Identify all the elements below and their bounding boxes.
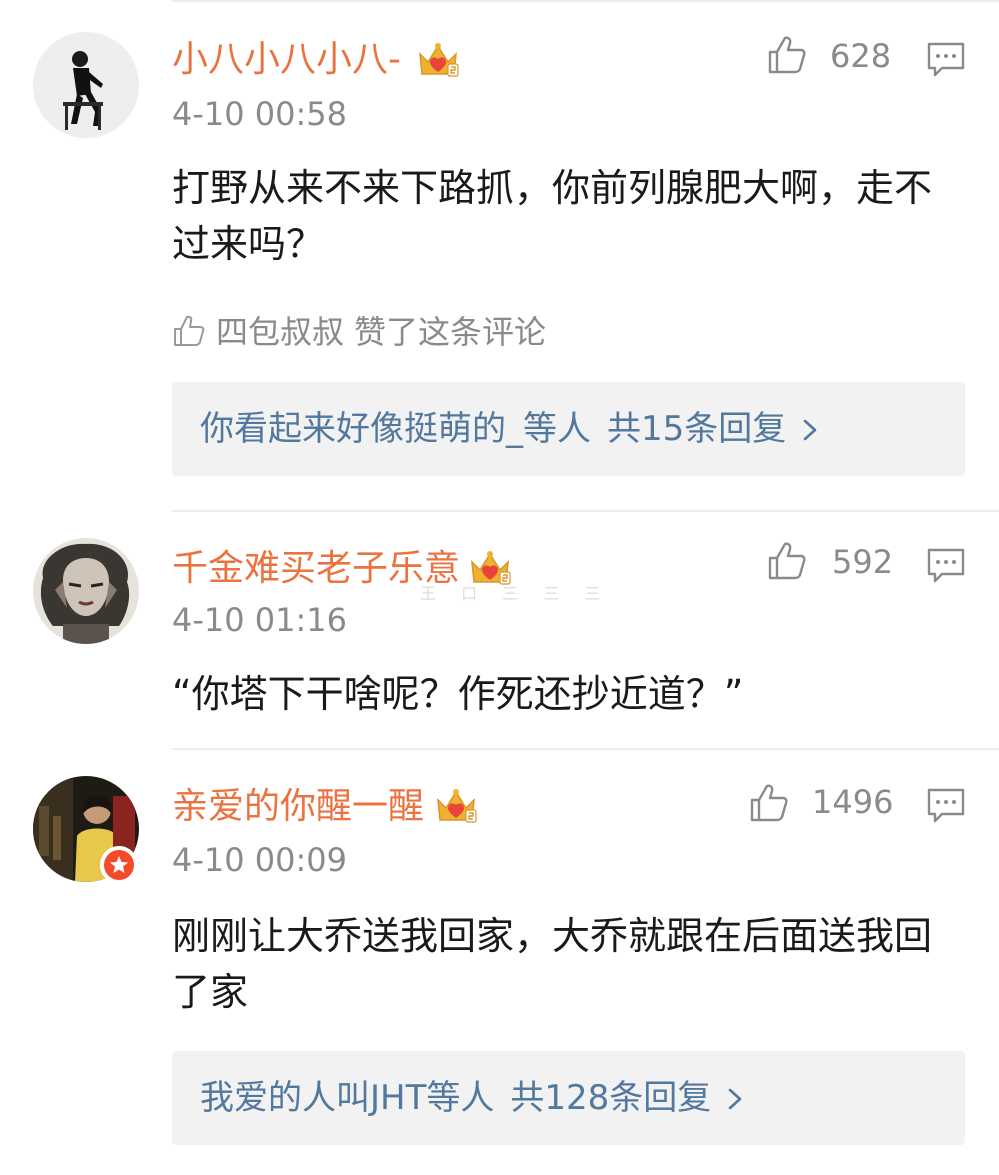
liked-by-user[interactable]: 四包叔叔 [216, 313, 344, 351]
comment-feed: 小八小八小八- 4-10 00:58 628 打野从来不来下路抓，你前列腺肥大啊… [0, 0, 999, 1175]
timestamp: 4-10 00:58 [172, 95, 348, 133]
comment-icon[interactable] [926, 786, 966, 824]
avatar-stylized-face-icon [33, 538, 139, 644]
crown-icon [434, 786, 478, 826]
comment-item: 千金难买老子乐意 4-10 01:16 592 “你塔下干啥呢？作死还抄近道？” [0, 512, 999, 748]
small-thumbs-up-icon [172, 314, 206, 348]
liked-by-text: 赞了这条评论 [354, 313, 547, 351]
avatar-woman-portrait-icon [33, 32, 139, 138]
replies-link[interactable]: 我爱的人叫JHT等人 共128条回复 [200, 1076, 745, 1120]
comment-text: 刚刚让大乔送我回家，大乔就跟在后面送我回了家 [172, 914, 933, 1014]
like-count: 1496 [812, 783, 894, 821]
timestamp: 4-10 00:09 [172, 841, 348, 879]
replies-preview[interactable]: 你看起来好像挺萌的_等人 共15条回复 [172, 382, 965, 476]
comment-text: 打野从来不来下路抓，你前列腺肥大啊，走不过来吗？ [172, 166, 933, 266]
replies-preview[interactable]: 我爱的人叫JHT等人 共128条回复 [172, 1051, 965, 1145]
thumbs-up-icon[interactable] [748, 782, 790, 824]
crown-icon [416, 40, 460, 80]
thumbs-up-icon[interactable] [766, 540, 808, 582]
replies-users: 你看起来好像挺萌的_等人 [200, 409, 591, 449]
comment-icon[interactable] [926, 40, 966, 78]
replies-count: 共128条回复 [510, 1078, 712, 1118]
username[interactable]: 千金难买老子乐意 [172, 546, 460, 592]
replies-link[interactable]: 你看起来好像挺萌的_等人 共15条回复 [200, 407, 820, 451]
like-count: 628 [830, 37, 892, 75]
like-count: 592 [832, 543, 894, 581]
watermark: 王 口 三 三 三 [420, 584, 611, 603]
comment-text: “你塔下干啥呢？作死还抄近道？” [172, 672, 744, 716]
thumbs-up-icon[interactable] [766, 34, 808, 76]
timestamp: 4-10 01:16 [172, 601, 348, 639]
chevron-right-icon [725, 1087, 745, 1111]
verified-badge-icon [100, 846, 138, 884]
comment-icon[interactable] [926, 546, 966, 584]
user-avatar[interactable] [33, 538, 139, 644]
comment-item: 小八小八小八- 4-10 00:58 628 打野从来不来下路抓，你前列腺肥大啊… [0, 0, 999, 510]
replies-count: 共15条回复 [607, 409, 787, 449]
username[interactable]: 小八小八小八- [172, 37, 401, 83]
replies-users: 我爱的人叫JHT等人 [200, 1078, 495, 1118]
chevron-right-icon [800, 418, 820, 442]
username[interactable]: 亲爱的你醒一醒 [172, 784, 424, 830]
liked-by: 四包叔叔 赞了这条评论 [172, 312, 546, 352]
user-avatar[interactable] [33, 32, 139, 138]
comment-item: 亲爱的你醒一醒 4-10 00:09 1496 刚刚让大乔送我回家，大乔就跟在后… [0, 750, 999, 1175]
